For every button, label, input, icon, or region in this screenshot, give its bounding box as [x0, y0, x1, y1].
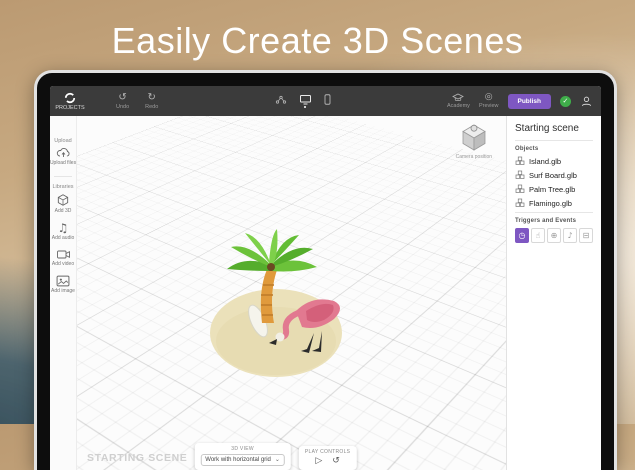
app-toolbar: PROJECTS ↺ Undo ↻ Redo — [50, 86, 601, 116]
scene-panel: Starting scene Objects Island.glb Surf B… — [506, 116, 601, 470]
image-icon — [56, 275, 70, 287]
view-cube-icon — [460, 122, 488, 152]
cloud-upload-icon — [56, 147, 71, 159]
home-logo-label: PROJECTS — [55, 105, 84, 111]
scene-objects[interactable] — [176, 215, 376, 385]
viewport-3d[interactable]: Camera position STARTING SCENE 3D VIEW W… — [77, 116, 506, 470]
mobile-view-button[interactable] — [324, 94, 331, 108]
camera-position-widget[interactable]: Camera position — [456, 122, 492, 160]
preview-eye-icon: ◎ — [485, 93, 493, 102]
add-audio-button[interactable]: ♫ Add audio — [52, 222, 75, 241]
video-camera-icon — [56, 249, 71, 260]
add-video-button[interactable]: Add video — [52, 249, 74, 267]
cube-3d-icon — [56, 193, 70, 207]
smartphone-icon — [324, 94, 331, 105]
chevron-down-icon: ⌄ — [275, 457, 280, 463]
home-logo-button[interactable]: PROJECTS — [50, 92, 90, 111]
toolbar-right-cluster: Academy ◎ Preview Publish ✓ — [447, 93, 593, 109]
vr-headset-icon — [275, 95, 287, 105]
laptop-frame: PROJECTS ↺ Undo ↻ Redo — [34, 70, 617, 470]
objects-header: Objects — [515, 146, 593, 152]
viewport-bottom-controls: 3D VIEW Work with horizontal grid ⌄ PLAY… — [194, 443, 356, 470]
libraries-section-header: Libraries — [52, 184, 73, 190]
play-controls-card: PLAY CONTROLS ▷ ↺ — [299, 446, 356, 470]
check-icon: ✓ — [563, 98, 569, 105]
saved-check-badge: ✓ — [560, 96, 571, 107]
app-logo-icon — [64, 92, 76, 104]
play-button[interactable]: ▷ — [315, 457, 322, 466]
redo-button[interactable]: ↻ Redo — [145, 93, 158, 110]
history-controls: ↺ Undo ↻ Redo — [116, 93, 158, 110]
upload-files-button[interactable]: Upload files — [50, 147, 76, 166]
academy-button[interactable]: Academy — [447, 93, 470, 109]
desktop-view-button[interactable] — [299, 94, 312, 108]
undo-icon: ↺ — [118, 93, 126, 103]
redo-icon: ↻ — [148, 93, 156, 103]
collision-trigger-button[interactable]: ⊕ — [547, 228, 561, 243]
blocks-icon — [515, 184, 525, 194]
timer-trigger-button[interactable]: ◷ — [515, 228, 529, 243]
sound-trigger-button[interactable]: ♪ — [563, 228, 577, 243]
add-3d-button[interactable]: Add 3D — [55, 193, 72, 214]
scene-title: Starting scene — [515, 123, 593, 134]
triggers-header: Triggers and Events — [515, 218, 593, 224]
blocks-icon — [515, 156, 525, 166]
graduation-cap-icon — [452, 93, 464, 102]
blocks-icon — [515, 198, 525, 208]
undo-button[interactable]: ↺ Undo — [116, 93, 129, 110]
grid-mode-select[interactable]: Work with horizontal grid ⌄ — [200, 454, 285, 466]
device-view-toggles — [275, 94, 331, 108]
object-list-item[interactable]: Flamingo.glb — [515, 198, 593, 208]
publish-button[interactable]: Publish — [508, 94, 551, 109]
reset-button[interactable]: ↺ — [332, 457, 340, 466]
account-icon[interactable] — [580, 95, 593, 108]
object-list-item[interactable]: Island.glb — [515, 156, 593, 166]
object-list-item[interactable]: Surf Board.glb — [515, 170, 593, 180]
monitor-icon — [299, 94, 312, 105]
view-mode-card: 3D VIEW Work with horizontal grid ⌄ — [194, 443, 291, 470]
app-screen: PROJECTS ↺ Undo ↻ Redo — [50, 86, 601, 470]
upload-section-header: Upload — [54, 138, 71, 144]
video-trigger-button[interactable]: ⊟ — [579, 228, 593, 243]
blocks-icon — [515, 170, 525, 180]
object-list-item[interactable]: Palm Tree.glb — [515, 184, 593, 194]
add-image-button[interactable]: Add image — [51, 275, 75, 294]
vr-view-button[interactable] — [275, 95, 287, 108]
preview-button[interactable]: ◎ Preview — [479, 93, 499, 109]
trigger-buttons-row: ◷ ☝ ⊕ ♪ ⊟ — [515, 228, 593, 243]
click-trigger-button[interactable]: ☝ — [531, 228, 545, 243]
scene-name-watermark: STARTING SCENE — [87, 452, 187, 464]
page-title: Easily Create 3D Scenes — [0, 20, 635, 62]
music-note-icon: ♫ — [58, 222, 69, 234]
left-sidebar: Upload Upload files Libraries Add 3D ♫ A… — [50, 116, 77, 470]
editor-main: Upload Upload files Libraries Add 3D ♫ A… — [50, 116, 601, 470]
